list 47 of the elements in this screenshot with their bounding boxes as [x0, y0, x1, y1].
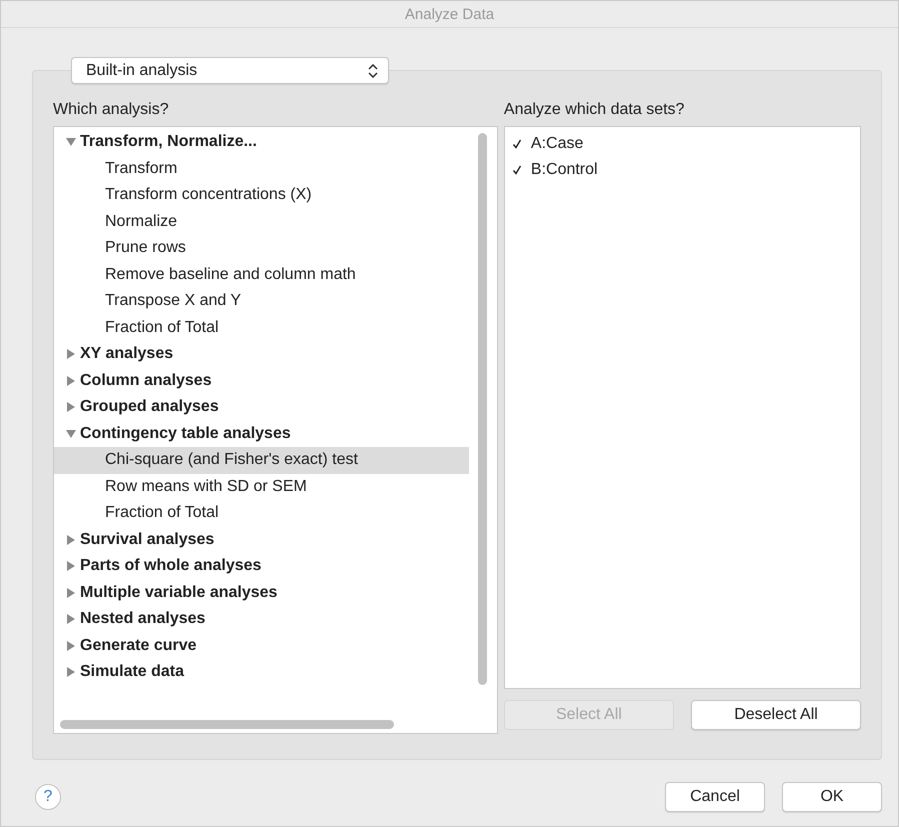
collapsed-triangle-icon [66, 640, 76, 651]
expanded-triangle-icon [66, 428, 76, 439]
collapsed-triangle-icon [66, 534, 76, 545]
data-set-label: A:Case [530, 135, 584, 153]
tree-group[interactable]: Transform, Normalize... [54, 129, 497, 156]
expanded-triangle-icon [66, 137, 76, 148]
tree-item[interactable]: Remove baseline and column math [54, 262, 469, 288]
tree-item[interactable]: Normalize [54, 208, 469, 235]
up-down-arrows-icon [368, 64, 378, 78]
tree-group[interactable]: Contingency table analyses [54, 420, 497, 447]
tree-item[interactable]: Transform concentrations (X) [54, 182, 469, 208]
analysis-type-dropdown[interactable]: Built-in analysis [71, 57, 389, 84]
collapsed-triangle-icon [66, 588, 76, 598]
tree-group[interactable]: Simulate data [54, 659, 497, 686]
tree-group[interactable]: Grouped analyses [54, 394, 497, 420]
analysis-list-label: Which analysis? [53, 101, 170, 119]
tree-item[interactable]: Transpose X and Y [54, 288, 469, 314]
tree-group[interactable]: Generate curve [54, 632, 497, 659]
collapsed-triangle-icon [66, 376, 76, 386]
tree-item[interactable]: Prune rows [54, 235, 469, 262]
tree-group[interactable]: Multiple variable analyses [54, 580, 497, 606]
tree-group[interactable]: XY analyses [54, 341, 497, 368]
collapsed-triangle-icon [66, 349, 76, 360]
collapsed-triangle-icon [66, 667, 76, 678]
tree-item[interactable]: Row means with SD or SEM [54, 474, 469, 500]
tree-item[interactable]: Chi-square (and Fisher's exact) test [54, 447, 469, 474]
collapsed-triangle-icon [66, 561, 76, 572]
dialog-button[interactable]: OK [782, 782, 882, 812]
tree-item[interactable]: Fraction of Total [54, 314, 469, 341]
tree-item[interactable]: Fraction of Total [54, 500, 469, 526]
data-set-button[interactable]: Deselect All [691, 700, 861, 730]
checkbox[interactable] [510, 164, 523, 176]
collapsed-triangle-icon [66, 402, 76, 412]
tree-item[interactable]: Transform [54, 156, 469, 182]
checkbox[interactable] [510, 138, 523, 150]
tree-group[interactable]: Column analyses [54, 368, 497, 394]
tree-group[interactable]: Nested analyses [54, 606, 497, 632]
window-title: Analyze Data [404, 6, 494, 22]
tree-group[interactable]: Survival analyses [54, 526, 497, 553]
data-set-label: B:Control [530, 161, 598, 179]
data-sets-label: Analyze which data sets? [504, 101, 686, 119]
horizontal-scrollbar[interactable] [60, 720, 394, 729]
collapsed-triangle-icon [66, 614, 76, 624]
vertical-scrollbar[interactable] [478, 133, 487, 685]
dialog-button[interactable]: Cancel [665, 782, 765, 812]
help-button[interactable]: ? [35, 784, 61, 810]
tree-group[interactable]: Parts of whole analyses [54, 553, 497, 580]
